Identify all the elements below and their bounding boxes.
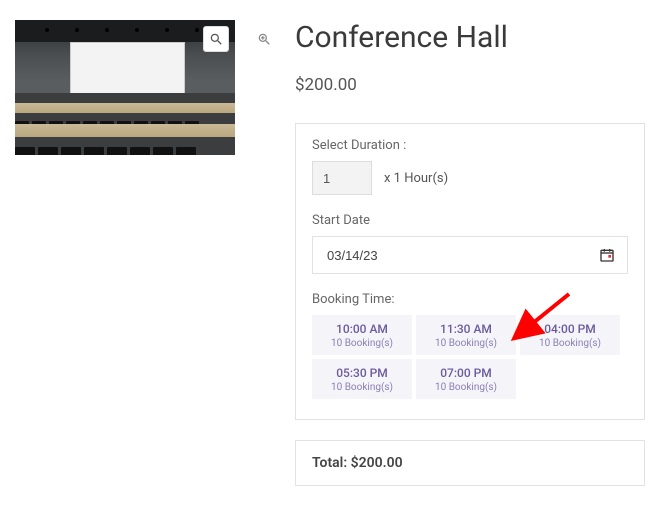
slot-availability: 10 Booking(s) — [420, 338, 512, 349]
slot-availability: 10 Booking(s) — [524, 338, 616, 349]
product-image[interactable] — [15, 20, 235, 155]
time-slot[interactable]: 04:00 PM 10 Booking(s) — [520, 315, 620, 355]
start-date-label: Start Date — [312, 213, 628, 228]
time-slot[interactable]: 11:30 AM 10 Booking(s) — [416, 315, 516, 355]
time-slots: 10:00 AM 10 Booking(s) 11:30 AM 10 Booki… — [312, 315, 628, 399]
product-price: $200.00 — [295, 75, 645, 95]
start-date-field[interactable] — [312, 236, 628, 274]
calendar-icon[interactable] — [599, 247, 615, 263]
total-panel: Total: $200.00 — [295, 440, 645, 486]
product-title: Conference Hall — [295, 20, 645, 55]
booking-panel: Select Duration : x 1 Hour(s) Start Date… — [295, 123, 645, 420]
slot-availability: 10 Booking(s) — [316, 382, 408, 393]
slot-availability: 10 Booking(s) — [420, 382, 512, 393]
start-date-input[interactable] — [325, 247, 425, 264]
total-label: Total: — [312, 455, 347, 471]
magnifier-icon — [209, 32, 223, 46]
slot-time: 10:00 AM — [316, 322, 408, 336]
booking-time-label: Booking Time: — [312, 292, 628, 307]
duration-suffix: x 1 Hour(s) — [372, 161, 460, 195]
duration-input[interactable] — [312, 161, 372, 195]
slot-time: 05:30 PM — [316, 366, 408, 380]
slot-time: 07:00 PM — [420, 366, 512, 380]
magnifier-plus-icon — [257, 32, 271, 46]
zoom-image-secondary-button[interactable] — [251, 26, 277, 52]
time-slot[interactable]: 05:30 PM 10 Booking(s) — [312, 359, 412, 399]
time-slot[interactable]: 10:00 AM 10 Booking(s) — [312, 315, 412, 355]
slot-time: 11:30 AM — [420, 322, 512, 336]
time-slot[interactable]: 07:00 PM 10 Booking(s) — [416, 359, 516, 399]
zoom-image-button[interactable] — [203, 26, 229, 52]
slot-availability: 10 Booking(s) — [316, 338, 408, 349]
total-value: $200.00 — [351, 455, 403, 471]
slot-time: 04:00 PM — [524, 322, 616, 336]
duration-label: Select Duration : — [312, 138, 628, 153]
